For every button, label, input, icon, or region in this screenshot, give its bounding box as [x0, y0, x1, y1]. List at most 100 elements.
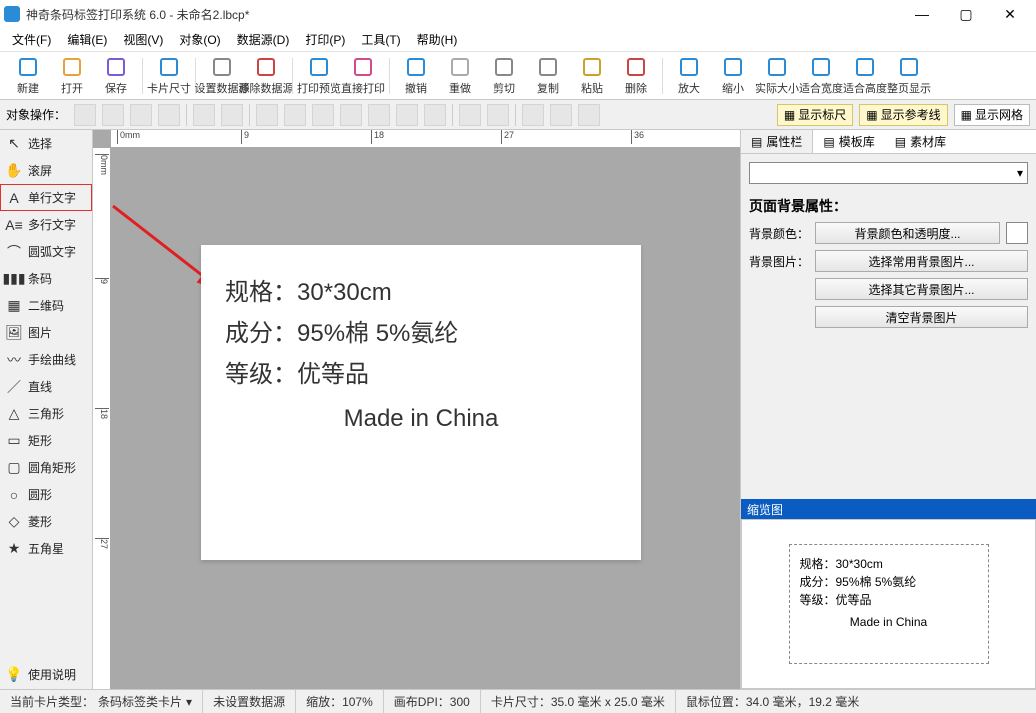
bgimg-clear-button[interactable]: 清空背景图片: [815, 306, 1028, 328]
print-button[interactable]: 直接打印: [341, 56, 385, 96]
fitw-label: 适合宽度: [799, 80, 843, 96]
vertical-ruler: 0mm91827: [93, 148, 111, 689]
status-cardtype: 当前卡片类型：条码标签类卡片 ▾: [0, 690, 203, 713]
paste-button[interactable]: 粘贴: [570, 56, 614, 96]
removeds-button[interactable]: 移除数据源: [244, 56, 288, 96]
preview-button[interactable]: 打印预览: [297, 56, 341, 96]
setds-button[interactable]: 设置数据源: [200, 56, 244, 96]
bgimg-common-button[interactable]: 选择常用背景图片...: [815, 250, 1028, 272]
bgcolor-swatch[interactable]: [1006, 222, 1028, 244]
fitpage-label: 整页显示: [887, 80, 931, 96]
main-toolbar: 新建打开保存卡片尺寸设置数据源移除数据源打印预览直接打印撤销 重做剪切复制粘贴删除…: [0, 52, 1036, 100]
help-tool[interactable]: 💡使用说明: [0, 659, 92, 689]
zoomin-icon: [678, 56, 700, 78]
redo-button[interactable]: 重做: [438, 56, 482, 96]
optbar-label: 对象操作：: [6, 106, 66, 123]
app-icon: [4, 6, 20, 22]
preview-label: 打印预览: [297, 80, 341, 96]
cardsize-button[interactable]: 卡片尺寸: [147, 56, 191, 96]
actual-icon: [766, 56, 788, 78]
menu-工具(T)[interactable]: 工具(T): [355, 29, 406, 50]
toggle-grid[interactable]: ▦显示网格: [954, 104, 1030, 126]
label-line-1[interactable]: 规格：30*30cm: [225, 273, 617, 314]
menu-帮助(H)[interactable]: 帮助(H): [411, 29, 464, 50]
menu-编辑(E)[interactable]: 编辑(E): [61, 29, 113, 50]
actual-button[interactable]: 实际大小: [755, 56, 799, 96]
tool-diamond[interactable]: ◇菱形: [0, 508, 92, 535]
align-icon-8: [312, 104, 334, 126]
align-icon-10: [368, 104, 390, 126]
tool-palette: ↖选择✋滚屏A单行文字A≡多行文字⌒圆弧文字▮▮▮条码▦二维码🖼图片〰手绘曲线／…: [0, 130, 93, 689]
tool-rect[interactable]: ▭矩形: [0, 427, 92, 454]
save-button[interactable]: 保存: [94, 56, 138, 96]
canvas-stage[interactable]: 规格：30*30cm 成分：95%棉 5%氨纶 等级：优等品 Made in C…: [111, 148, 740, 689]
menu-视图(V)[interactable]: 视图(V): [117, 29, 169, 50]
tool-image[interactable]: 🖼图片: [0, 319, 92, 346]
rtab-tpl[interactable]: ▤模板库: [813, 130, 884, 153]
undo-button[interactable]: 撤销: [394, 56, 438, 96]
menu-数据源(D)[interactable]: 数据源(D): [231, 29, 296, 50]
menu-对象(O)[interactable]: 对象(O): [173, 29, 226, 50]
align-icon-1: [102, 104, 124, 126]
tool-text1[interactable]: A单行文字: [0, 184, 92, 211]
rtab-props[interactable]: ▤属性栏: [741, 130, 813, 153]
cut-button[interactable]: 剪切: [482, 56, 526, 96]
maximize-button[interactable]: ▢: [944, 0, 988, 28]
diamond-icon: ◇: [6, 514, 22, 530]
right-panel-tabs: ▤属性栏▤模板库▤素材库: [741, 130, 1036, 154]
text1-icon: A: [6, 190, 22, 206]
tool-star[interactable]: ★五角星: [0, 535, 92, 562]
label-page[interactable]: 规格：30*30cm 成分：95%棉 5%氨纶 等级：优等品 Made in C…: [201, 245, 641, 560]
minimize-button[interactable]: —: [900, 0, 944, 28]
menu-文件(F)[interactable]: 文件(F): [6, 29, 57, 50]
bgcolor-button[interactable]: 背景颜色和透明度...: [815, 222, 1000, 244]
menu-打印(P)[interactable]: 打印(P): [299, 29, 351, 50]
arc-icon: ⌒: [6, 244, 22, 260]
textm-icon: A≡: [6, 217, 22, 233]
fitw-button[interactable]: 适合宽度: [799, 56, 843, 96]
tool-pan[interactable]: ✋滚屏: [0, 157, 92, 184]
toggle-ruler[interactable]: ▦显示标尺: [777, 104, 853, 126]
delete-button[interactable]: 删除: [614, 56, 658, 96]
setds-icon: [211, 56, 233, 78]
tool-qrcode[interactable]: ▦二维码: [0, 292, 92, 319]
titlebar: 神奇条码标签打印系统 6.0 - 未命名2.lbcp* — ▢ ✕: [0, 0, 1036, 28]
tool-tri[interactable]: △三角形: [0, 400, 92, 427]
bgimg-other-button[interactable]: 选择其它背景图片...: [815, 278, 1028, 300]
preview-label: 规格：30*30cm 成分：95%棉 5%氨纶 等级：优等品 Made in C…: [789, 544, 989, 664]
select-icon: ↖: [6, 136, 22, 152]
property-selector[interactable]: ▾: [749, 162, 1028, 184]
preview-header: 缩览图: [741, 499, 1036, 519]
close-button[interactable]: ✕: [988, 0, 1032, 28]
tool-arc[interactable]: ⌒圆弧文字: [0, 238, 92, 265]
copy-button[interactable]: 复制: [526, 56, 570, 96]
label-line-2[interactable]: 成分：95%棉 5%氨纶: [225, 314, 617, 355]
tool-textm[interactable]: A≡多行文字: [0, 211, 92, 238]
status-mouse: 鼠标位置：34.0 毫米，19.2 毫米: [676, 690, 869, 713]
fitpage-button[interactable]: 整页显示: [887, 56, 931, 96]
undo-label: 撤销: [405, 80, 427, 96]
preview-body: 规格：30*30cm 成分：95%棉 5%氨纶 等级：优等品 Made in C…: [741, 519, 1036, 689]
status-dpi: 画布DPI：300: [384, 690, 481, 713]
fith-label: 适合高度: [843, 80, 887, 96]
fith-button[interactable]: 适合高度: [843, 56, 887, 96]
zoomin-button[interactable]: 放大: [667, 56, 711, 96]
align-icon-7: [284, 104, 306, 126]
redo-label: 重做: [449, 80, 471, 96]
tool-barcode[interactable]: ▮▮▮条码: [0, 265, 92, 292]
tool-select[interactable]: ↖选择: [0, 130, 92, 157]
tool-curve[interactable]: 〰手绘曲线: [0, 346, 92, 373]
new-button[interactable]: 新建: [6, 56, 50, 96]
tool-rrect[interactable]: ▢圆角矩形: [0, 454, 92, 481]
toggle-guide[interactable]: ▦显示参考线: [859, 104, 947, 126]
rtab-assets[interactable]: ▤素材库: [885, 130, 956, 153]
zoomout-button[interactable]: 缩小: [711, 56, 755, 96]
tool-line[interactable]: ／直线: [0, 373, 92, 400]
label-line-3[interactable]: 等级：优等品: [225, 355, 617, 396]
object-operation-bar: 对象操作： ▦显示标尺 ▦显示参考线 ▦显示网格: [0, 100, 1036, 130]
window-title: 神奇条码标签打印系统 6.0 - 未命名2.lbcp*: [26, 6, 900, 23]
label-line-4[interactable]: Made in China: [225, 399, 617, 440]
print-icon: [352, 56, 374, 78]
tool-ellipse[interactable]: ○圆形: [0, 481, 92, 508]
open-button[interactable]: 打开: [50, 56, 94, 96]
